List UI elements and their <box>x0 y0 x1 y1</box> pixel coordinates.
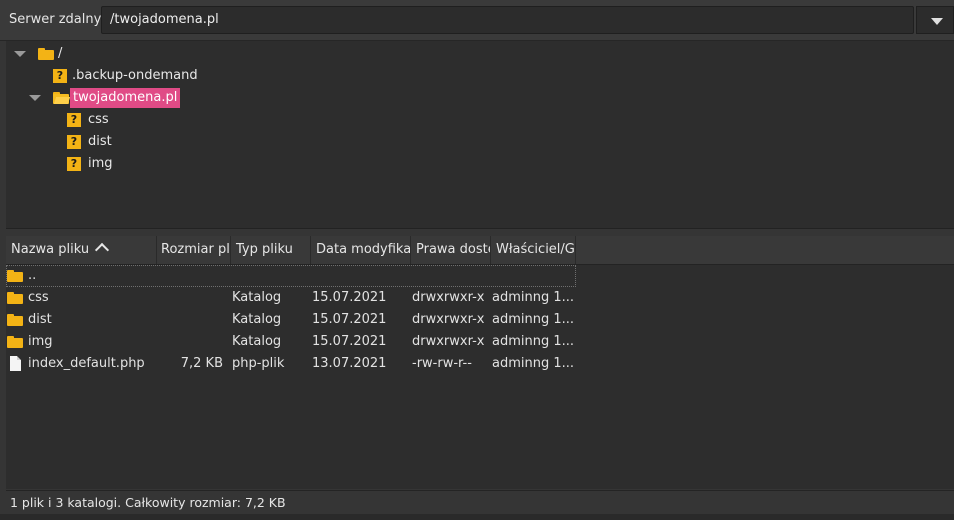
expand-arrow-icon[interactable] <box>14 51 26 57</box>
tree-node-label: css <box>88 112 109 127</box>
file-type: php-plik <box>232 356 285 371</box>
unknown-folder-icon: ? <box>67 135 81 149</box>
file-owner: adminng 1... <box>492 356 575 371</box>
tree-node-backup-ondemand[interactable]: ? .backup-ondemand <box>6 66 306 86</box>
file-owner: adminng 1... <box>492 290 575 305</box>
file-name: dist <box>28 312 52 327</box>
file-owner: adminng 1... <box>492 334 575 349</box>
file-size <box>156 287 223 309</box>
file-permissions: drwxrwxr-x <box>412 290 485 305</box>
chevron-down-icon <box>931 18 943 25</box>
tree-node-css[interactable]: ? css <box>6 110 306 130</box>
unknown-folder-icon: ? <box>53 69 67 83</box>
column-header-label: Nazwa pliku <box>11 242 90 257</box>
file-name: css <box>28 290 49 305</box>
folder-icon <box>7 314 23 326</box>
remote-file-list[interactable]: Nazwa pliku Rozmiar plik Typ pliku Data … <box>6 236 954 489</box>
unknown-folder-icon: ? <box>67 157 81 171</box>
file-date: 13.07.2021 <box>312 356 387 371</box>
file-date: 15.07.2021 <box>312 290 387 305</box>
path-history-dropdown-button[interactable] <box>916 6 954 34</box>
bottom-edge <box>0 514 954 520</box>
expand-arrow-icon[interactable] <box>29 95 41 101</box>
file-document-icon <box>10 356 21 371</box>
file-row-img[interactable]: img Katalog 15.07.2021 drwxrwxr-x adminn… <box>6 331 576 353</box>
sort-ascending-icon <box>95 242 110 258</box>
file-permissions: drwxrwxr-x <box>412 312 485 327</box>
column-header-name[interactable]: Nazwa pliku <box>6 236 157 264</box>
folder-icon <box>38 48 54 60</box>
tree-node-label: .backup-ondemand <box>72 68 198 83</box>
file-owner: adminng 1... <box>492 312 575 327</box>
column-header-date[interactable]: Data modyfikac <box>311 236 411 264</box>
parent-directory-row[interactable]: .. <box>6 265 576 287</box>
file-row-dist[interactable]: dist Katalog 15.07.2021 drwxrwxr-x admin… <box>6 309 576 331</box>
folder-icon <box>7 270 23 282</box>
column-header-owner[interactable]: Właściciel/Gru <box>491 236 576 264</box>
folder-icon <box>7 336 23 348</box>
tree-node-twojadomena[interactable]: twojadomena.pl <box>6 88 306 108</box>
file-size: 7,2 KB <box>180 356 223 371</box>
status-bar: 1 plik i 3 katalogi. Całkowity rozmiar: … <box>6 490 954 514</box>
tree-node-label: dist <box>88 134 112 149</box>
tree-node-img[interactable]: ? img <box>6 154 306 174</box>
tree-node-root[interactable]: / <box>6 44 206 64</box>
tree-node-label: img <box>88 156 113 171</box>
file-size <box>156 309 223 331</box>
file-size <box>156 331 223 353</box>
remote-path-label: Serwer zdalny: <box>9 12 105 27</box>
remote-path-bar: Serwer zdalny: /twojadomena.pl <box>0 0 954 41</box>
tree-node-label-selected: twojadomena.pl <box>70 88 181 108</box>
column-header-type[interactable]: Typ pliku <box>231 236 311 264</box>
file-permissions: drwxrwxr-x <box>412 334 485 349</box>
file-date: 15.07.2021 <box>312 334 387 349</box>
file-permissions: -rw-rw-r-- <box>412 356 472 371</box>
file-date: 15.07.2021 <box>312 312 387 327</box>
file-name: .. <box>28 268 37 283</box>
file-type: Katalog <box>232 334 282 349</box>
file-type: Katalog <box>232 312 282 327</box>
folder-open-icon <box>53 92 71 104</box>
pane-splitter[interactable] <box>0 229 954 236</box>
file-list-header: Nazwa pliku Rozmiar plik Typ pliku Data … <box>6 236 954 265</box>
tree-node-label: / <box>58 46 63 61</box>
file-name: img <box>28 334 53 349</box>
file-name: index_default.php <box>28 356 145 371</box>
column-header-size[interactable]: Rozmiar plik <box>156 236 231 264</box>
unknown-folder-icon: ? <box>67 113 81 127</box>
tree-node-dist[interactable]: ? dist <box>6 132 306 152</box>
column-header-permissions[interactable]: Prawa dostę <box>411 236 491 264</box>
file-row-css[interactable]: css Katalog 15.07.2021 drwxrwxr-x adminn… <box>6 287 576 309</box>
remote-directory-tree[interactable]: / ? .backup-ondemand twojadomena.pl ? cs… <box>6 41 954 229</box>
folder-icon <box>7 292 23 304</box>
file-row-index-default-php[interactable]: index_default.php 7,2 KB php-plik 13.07.… <box>6 353 576 375</box>
remote-path-input[interactable]: /twojadomena.pl <box>101 6 914 34</box>
file-type: Katalog <box>232 290 282 305</box>
